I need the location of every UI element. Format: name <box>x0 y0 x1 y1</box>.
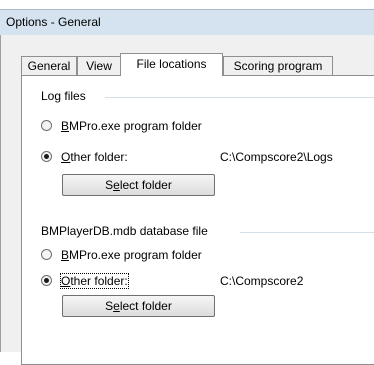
log-folder-path: C:\Compscore2\Logs <box>220 150 333 164</box>
db-program-folder-label: BMPro.exe program folder <box>61 248 202 262</box>
log-select-folder-button[interactable]: Select folder <box>62 174 215 196</box>
tab-scoring-program[interactable]: Scoring program <box>223 56 333 75</box>
db-folder-path: C:\Compscore2 <box>220 274 304 288</box>
log-files-divider <box>105 97 374 98</box>
database-file-header: BMPlayerDB.mdb database file <box>41 224 208 238</box>
db-other-folder-option[interactable]: Other folder: <box>41 273 201 290</box>
log-other-folder-radio[interactable] <box>41 151 52 162</box>
dialog-body: General View File locations Scoring prog… <box>0 35 374 365</box>
db-program-folder-option[interactable]: BMPro.exe program folder <box>41 248 241 264</box>
database-file-divider <box>240 232 374 233</box>
tab-view[interactable]: View <box>77 56 121 75</box>
log-program-folder-radio[interactable] <box>41 120 52 131</box>
title-bar: Options - General <box>0 9 374 35</box>
db-select-folder-button[interactable]: Select folder <box>62 295 215 317</box>
window-title: Options - General <box>6 15 101 29</box>
log-other-folder-option[interactable]: Other folder: <box>41 150 201 166</box>
log-program-folder-option[interactable]: BMPro.exe program folder <box>41 119 241 135</box>
tab-general[interactable]: General <box>21 56 77 75</box>
tab-file-locations[interactable]: File locations <box>120 53 223 76</box>
log-program-folder-label: BMPro.exe program folder <box>61 119 202 133</box>
db-other-folder-label: Other folder: <box>60 273 129 289</box>
log-other-folder-label: Other folder: <box>61 150 128 164</box>
file-locations-panel: Log files BMPro.exe program folder Other… <box>21 75 374 365</box>
log-files-header: Log files <box>41 89 86 103</box>
db-other-folder-radio[interactable] <box>41 275 52 286</box>
db-program-folder-radio[interactable] <box>41 249 52 260</box>
